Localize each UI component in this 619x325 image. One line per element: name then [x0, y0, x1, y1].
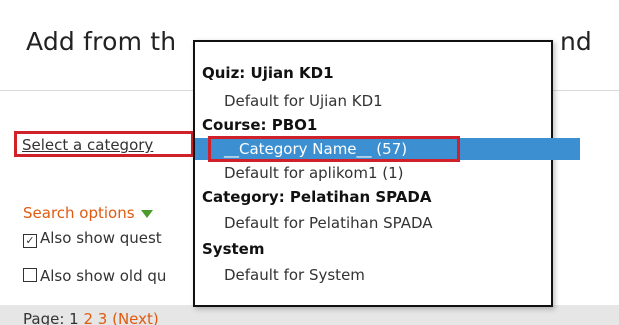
checkbox-unchecked[interactable]	[23, 268, 37, 282]
dialog-title: Add from th	[26, 27, 177, 56]
dropdown-group-quiz: Quiz: Ujian KD1	[202, 64, 334, 82]
checkbox-checked[interactable]: ✓	[23, 234, 37, 248]
pagination-next[interactable]: (Next)	[112, 310, 159, 325]
search-options-toggle[interactable]: Search options	[23, 204, 153, 222]
show-subcategories-option[interactable]: ✓ Also show quest	[23, 229, 162, 248]
category-dropdown-list[interactable]: Quiz: Ujian KD1 Default for Ujian KD1 Co…	[193, 40, 580, 307]
dialog-title-tail: nd	[560, 27, 592, 56]
search-options-label: Search options	[23, 204, 135, 222]
show-old-questions-label: Also show old qu	[40, 267, 167, 285]
dropdown-option-default-ujian[interactable]: Default for Ujian KD1	[195, 90, 580, 112]
select-category-label[interactable]: Select a category	[14, 131, 194, 157]
dropdown-option-default-aplikom[interactable]: Default for aplikom1 (1)	[195, 162, 580, 184]
show-old-questions-option[interactable]: Also show old qu	[23, 267, 166, 285]
triangle-down-icon	[140, 209, 153, 218]
dropdown-group-course: Course: PBO1	[202, 116, 318, 134]
show-subcategories-label: Also show quest	[40, 229, 162, 247]
dropdown-group-system: System	[202, 240, 265, 258]
pagination-current: Page: 1	[23, 310, 79, 325]
pagination-pages[interactable]: 2 3	[83, 310, 107, 325]
selected-option-highlight-box	[208, 136, 460, 162]
add-question-dialog: Add from th nd Select a category Search …	[0, 0, 619, 325]
select-category-text: Select a category	[22, 136, 154, 154]
dropdown-option-default-pelatihan[interactable]: Default for Pelatihan SPADA	[195, 212, 580, 234]
dropdown-option-default-system[interactable]: Default for System	[195, 264, 580, 286]
pagination: Page: 1 2 3 (Next)	[23, 310, 159, 325]
dropdown-group-category: Category: Pelatihan SPADA	[202, 188, 432, 206]
